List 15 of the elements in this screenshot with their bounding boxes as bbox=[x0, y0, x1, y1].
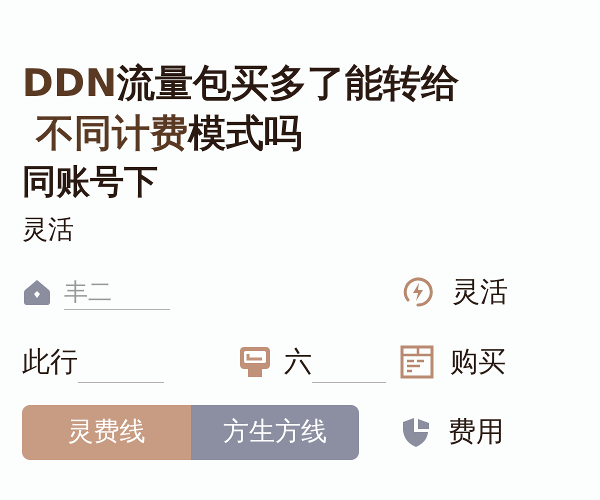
monitor-icon bbox=[238, 345, 272, 379]
document-icon bbox=[400, 345, 434, 379]
option-label: 费用 bbox=[448, 414, 504, 450]
home-icon bbox=[22, 277, 52, 307]
subtitle: 同账号下 bbox=[22, 161, 158, 204]
option-label: 灵活 bbox=[452, 274, 508, 310]
option-label: 购买 bbox=[450, 344, 506, 380]
field-label: 此行 bbox=[22, 344, 78, 380]
shield-icon bbox=[400, 416, 432, 448]
section-label: 灵活 bbox=[22, 214, 74, 247]
page-title: DDN流量包买多了能转给 不同计费模式吗 bbox=[22, 60, 460, 157]
segment-tab[interactable]: 方生方线 bbox=[190, 404, 359, 460]
input-field[interactable]: 丰二 bbox=[64, 274, 170, 310]
segment-tab[interactable]: 灵费线 bbox=[22, 404, 190, 460]
field-label: 六 bbox=[284, 344, 312, 380]
